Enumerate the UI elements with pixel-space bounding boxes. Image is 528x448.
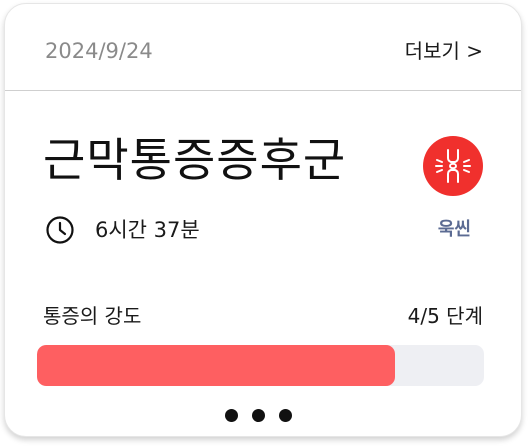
intensity-label: 통증의 강도 [43, 304, 142, 328]
intensity-progress-track [37, 345, 484, 386]
pain-record-card[interactable]: 2024/9/24 더보기 > 근막통증증후군 6시간 37분 욱씬 통증의 강… [4, 3, 522, 437]
pager-dot [252, 409, 265, 422]
more-link[interactable]: 더보기 > [405, 38, 483, 64]
duration-row: 6시간 37분 [45, 215, 200, 245]
intensity-value: 4/5 단계 [407, 304, 483, 328]
duration-text: 6시간 37분 [95, 218, 200, 242]
condition-title: 근막통증증후군 [43, 133, 347, 187]
body-joint-icon [423, 136, 483, 196]
intensity-progress-fill [37, 345, 395, 386]
card-header: 2024/9/24 더보기 > [5, 4, 521, 91]
pain-type-label: 욱씬 [437, 219, 471, 240]
record-date: 2024/9/24 [45, 39, 153, 63]
clock-icon [46, 216, 74, 244]
more-dots-icon[interactable] [225, 409, 292, 422]
pager-dot [279, 409, 292, 422]
pager-dot [225, 409, 238, 422]
